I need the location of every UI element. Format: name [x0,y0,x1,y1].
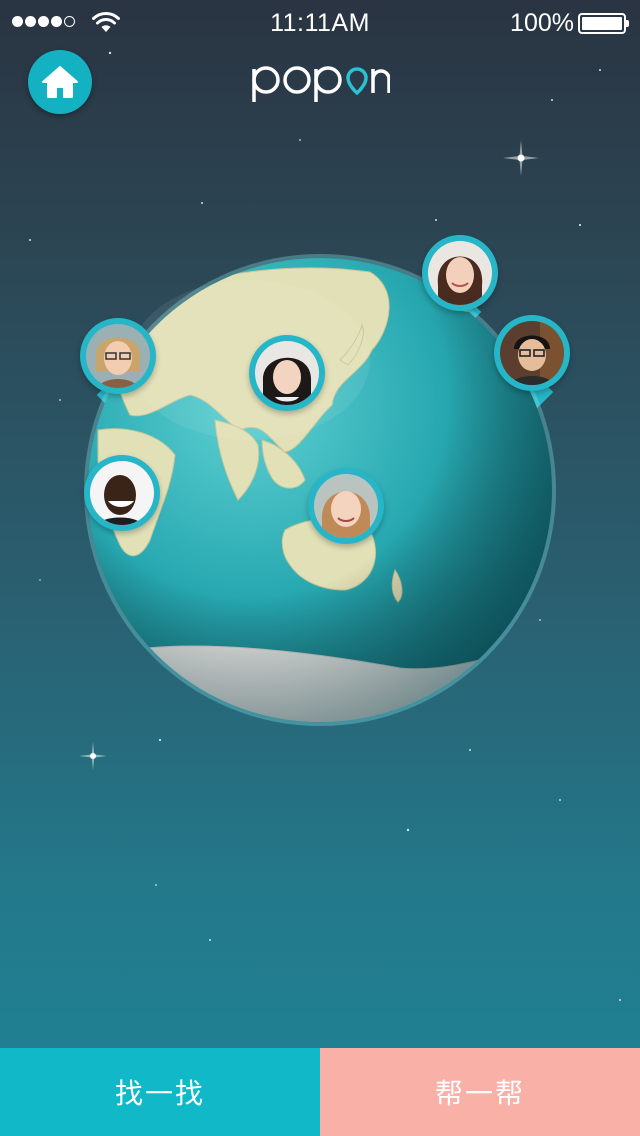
user-avatar [80,318,156,394]
user-avatar [422,235,498,311]
user-avatar [494,315,570,391]
user-avatar [249,335,325,411]
pin-user-6[interactable] [308,468,384,560]
bottom-tab-bar: 找一找 帮一帮 [0,1048,640,1136]
user-avatar [84,455,160,531]
pin-user-3[interactable] [422,235,498,327]
avatar-image [500,321,564,385]
find-tab-button[interactable]: 找一找 [0,1048,320,1136]
help-tab-button[interactable]: 帮一帮 [320,1048,640,1136]
avatar-image [86,324,150,388]
avatar-image [255,341,319,405]
find-tab-label: 找一找 [114,1077,205,1110]
avatar-image [428,241,492,305]
avatar-image [90,461,154,525]
globe[interactable] [0,0,640,1136]
help-tab-label: 帮一帮 [434,1077,525,1110]
pin-user-4[interactable] [494,315,570,407]
pin-user-1[interactable] [80,318,156,410]
pin-user-5[interactable] [84,455,160,547]
pin-user-2[interactable] [249,335,325,427]
user-avatar [308,468,384,544]
avatar-image [314,474,378,538]
